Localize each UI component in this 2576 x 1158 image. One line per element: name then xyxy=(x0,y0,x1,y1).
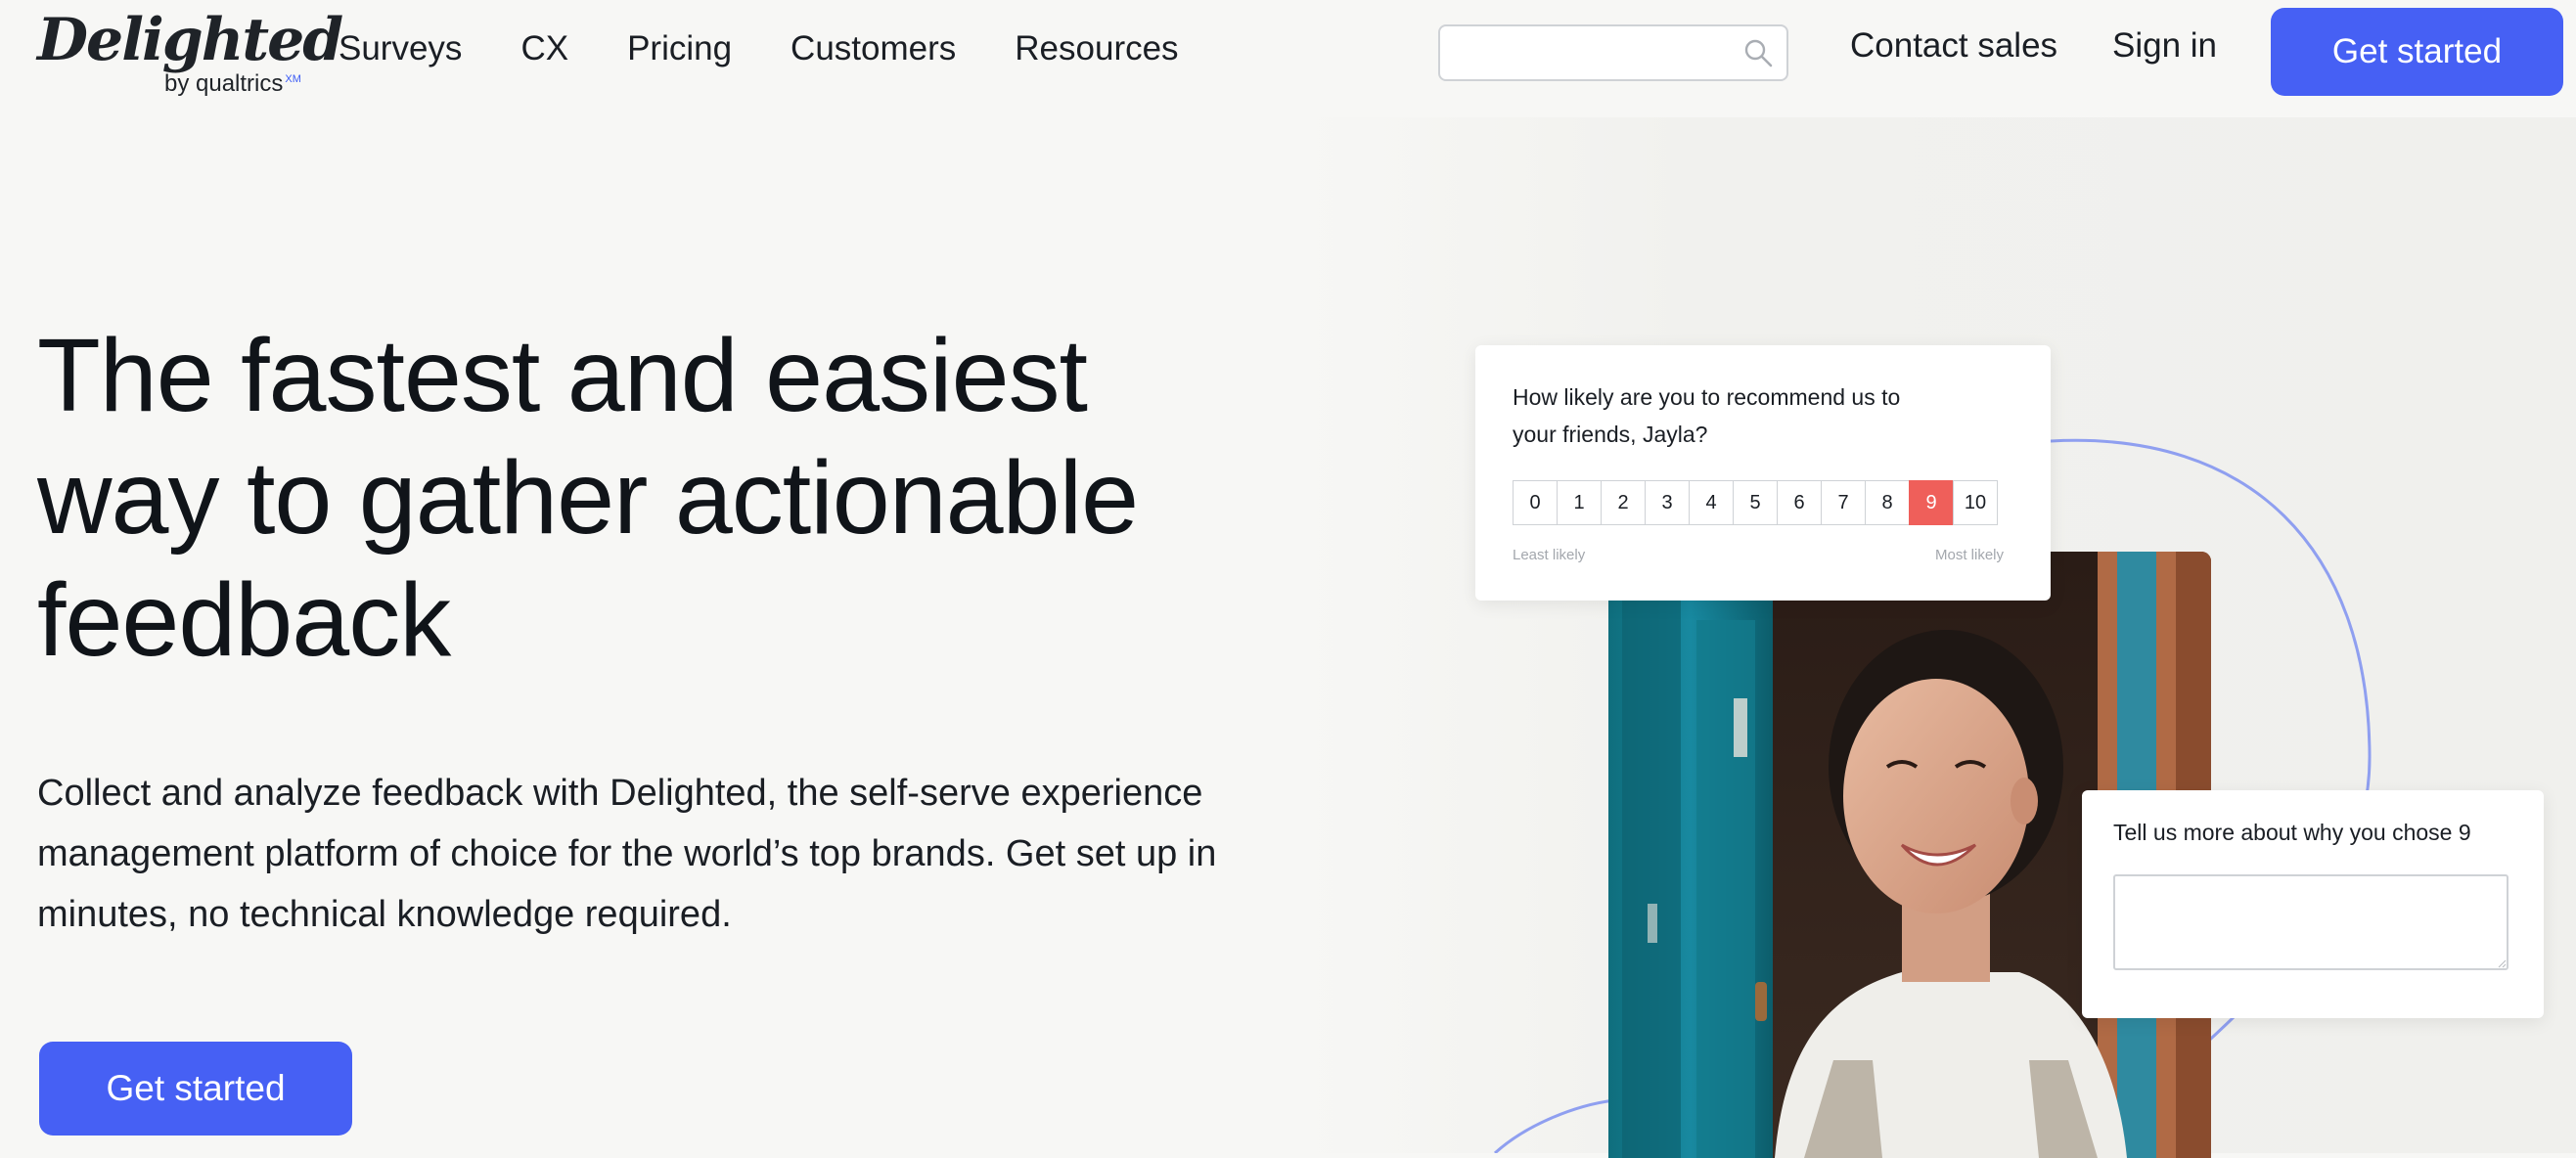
followup-response-field[interactable] xyxy=(2113,874,2508,970)
logo-byline: by qualtrics XM xyxy=(164,70,301,98)
contact-sales-link[interactable]: Contact sales xyxy=(1850,26,2057,66)
nps-score-0[interactable]: 0 xyxy=(1513,480,1558,525)
nps-question: How likely are you to recommend us to yo… xyxy=(1513,384,1901,447)
main-nav: Surveys CX Pricing Customers Resources xyxy=(339,22,1238,76)
nps-most-likely-label: Most likely xyxy=(1935,547,2005,563)
nav-item-resources[interactable]: Resources xyxy=(1015,29,1178,68)
nps-score-1[interactable]: 1 xyxy=(1557,480,1602,525)
nps-score-4[interactable]: 4 xyxy=(1689,480,1734,525)
nps-scale: 0 1 2 3 4 5 6 7 8 9 10 xyxy=(1513,480,1998,525)
logo-superscript: XM xyxy=(285,73,301,85)
logo-wordmark: Delighted xyxy=(37,6,343,74)
nps-score-2[interactable]: 2 xyxy=(1601,480,1646,525)
nps-score-8[interactable]: 8 xyxy=(1865,480,1910,525)
search-input[interactable] xyxy=(1454,26,1741,81)
nps-least-likely-label: Least likely xyxy=(1513,547,1586,563)
nav-item-pricing[interactable]: Pricing xyxy=(627,29,732,68)
hero-get-started-button[interactable]: Get started xyxy=(39,1042,352,1136)
nps-score-10[interactable]: 10 xyxy=(1953,480,1998,525)
sign-in-link[interactable]: Sign in xyxy=(2112,26,2217,66)
nps-score-7[interactable]: 7 xyxy=(1821,480,1866,525)
nps-score-5[interactable]: 5 xyxy=(1733,480,1778,525)
hero-description: Collect and analyze feedback with Deligh… xyxy=(37,773,1217,935)
logo-byline-text: by qualtrics xyxy=(164,70,284,97)
nav-item-surveys[interactable]: Surveys xyxy=(339,29,462,68)
nav-item-cx[interactable]: CX xyxy=(520,29,568,68)
followup-question-card: Tell us more about why you chose 9 xyxy=(2082,790,2544,1018)
header-get-started-button[interactable]: Get started xyxy=(2271,8,2563,96)
nps-score-3[interactable]: 3 xyxy=(1645,480,1690,525)
nps-score-6[interactable]: 6 xyxy=(1777,480,1822,525)
logo[interactable]: Delighted by qualtrics XM xyxy=(37,6,343,110)
search-icon[interactable] xyxy=(1741,36,1775,69)
resize-grip-icon[interactable] xyxy=(2497,958,2507,968)
hero-headline: The fastest and easiest way to gather ac… xyxy=(37,318,1139,678)
nps-survey-card: How likely are you to recommend us to yo… xyxy=(1475,345,2051,601)
nav-item-customers[interactable]: Customers xyxy=(791,29,956,68)
search-box xyxy=(1438,24,1788,81)
followup-question: Tell us more about why you chose 9 xyxy=(2113,820,2471,845)
nps-score-9-selected[interactable]: 9 xyxy=(1909,480,1954,525)
